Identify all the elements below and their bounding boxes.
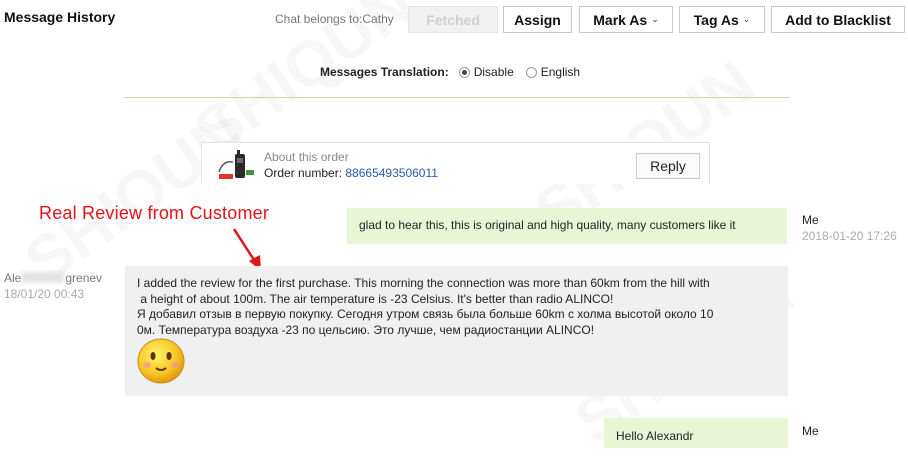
customer-message-text: I added the review for the first purchas…	[137, 276, 777, 338]
radio-english[interactable]	[525, 66, 537, 78]
translation-toggle: Messages Translation: Disable English	[320, 65, 588, 79]
message-line: I added the review for the first purchas…	[137, 276, 710, 290]
message-time: 2018-01-20 17:26	[802, 229, 897, 243]
smiley-emoji-icon	[136, 337, 186, 385]
page-title: Message History	[4, 9, 116, 25]
assign-button[interactable]: Assign	[503, 6, 572, 33]
message-line: a height of about 100m. The air temperat…	[137, 291, 614, 306]
tag-as-button[interactable]: Tag As ⌄	[679, 6, 765, 33]
blurred-name-part	[22, 272, 65, 283]
reply-button-label: Reply	[650, 158, 686, 174]
mark-as-button-label: Mark As	[593, 11, 648, 28]
order-about-label: About this order	[264, 150, 349, 164]
order-number-link[interactable]: 88665493506011	[345, 166, 438, 180]
radio-english-label[interactable]: English	[541, 65, 580, 79]
order-number-row: Order number: 88665493506011	[264, 166, 438, 180]
divider	[124, 97, 789, 98]
fetched-button-label: Fetched	[426, 11, 480, 28]
add-to-blacklist-label: Add to Blacklist	[785, 11, 891, 28]
tag-as-button-label: Tag As	[693, 11, 739, 28]
mark-as-button[interactable]: Mark As ⌄	[579, 6, 673, 33]
customer-message-time: 18/01/20 00:43	[4, 287, 85, 301]
translation-label: Messages Translation:	[320, 65, 449, 79]
order-number-label: Order number:	[264, 166, 343, 180]
chevron-down-icon: ⌄	[651, 14, 659, 24]
message-sender: Me	[802, 213, 819, 227]
message-line: 0м. Температура воздуха -23 по цельсию. …	[137, 322, 595, 337]
fetched-button[interactable]: Fetched	[408, 6, 498, 33]
customer-name: Ale grenev	[4, 271, 102, 285]
product-thumbnail[interactable]	[215, 148, 257, 184]
message-line: Я добавил отзыв в первую покупку. Сегодн…	[137, 307, 714, 321]
radio-disable-label[interactable]: Disable	[474, 65, 514, 79]
my-message-bubble: Hello Alexandr	[604, 418, 788, 448]
add-to-blacklist-button[interactable]: Add to Blacklist	[771, 6, 905, 33]
radio-disable[interactable]	[458, 66, 470, 78]
message-sender: Me	[802, 424, 819, 438]
reply-button[interactable]: Reply	[636, 153, 700, 179]
assign-button-label: Assign	[514, 11, 561, 28]
chevron-down-icon: ⌄	[742, 14, 751, 24]
customer-name-first: Ale	[4, 271, 22, 285]
annotation-text: Real Review from Customer	[39, 203, 270, 223]
my-message-bubble: glad to hear this, this is original and …	[347, 208, 787, 244]
chat-owner-text: Chat belongs to:Cathy	[275, 12, 394, 26]
customer-name-last: grenev	[65, 271, 103, 285]
